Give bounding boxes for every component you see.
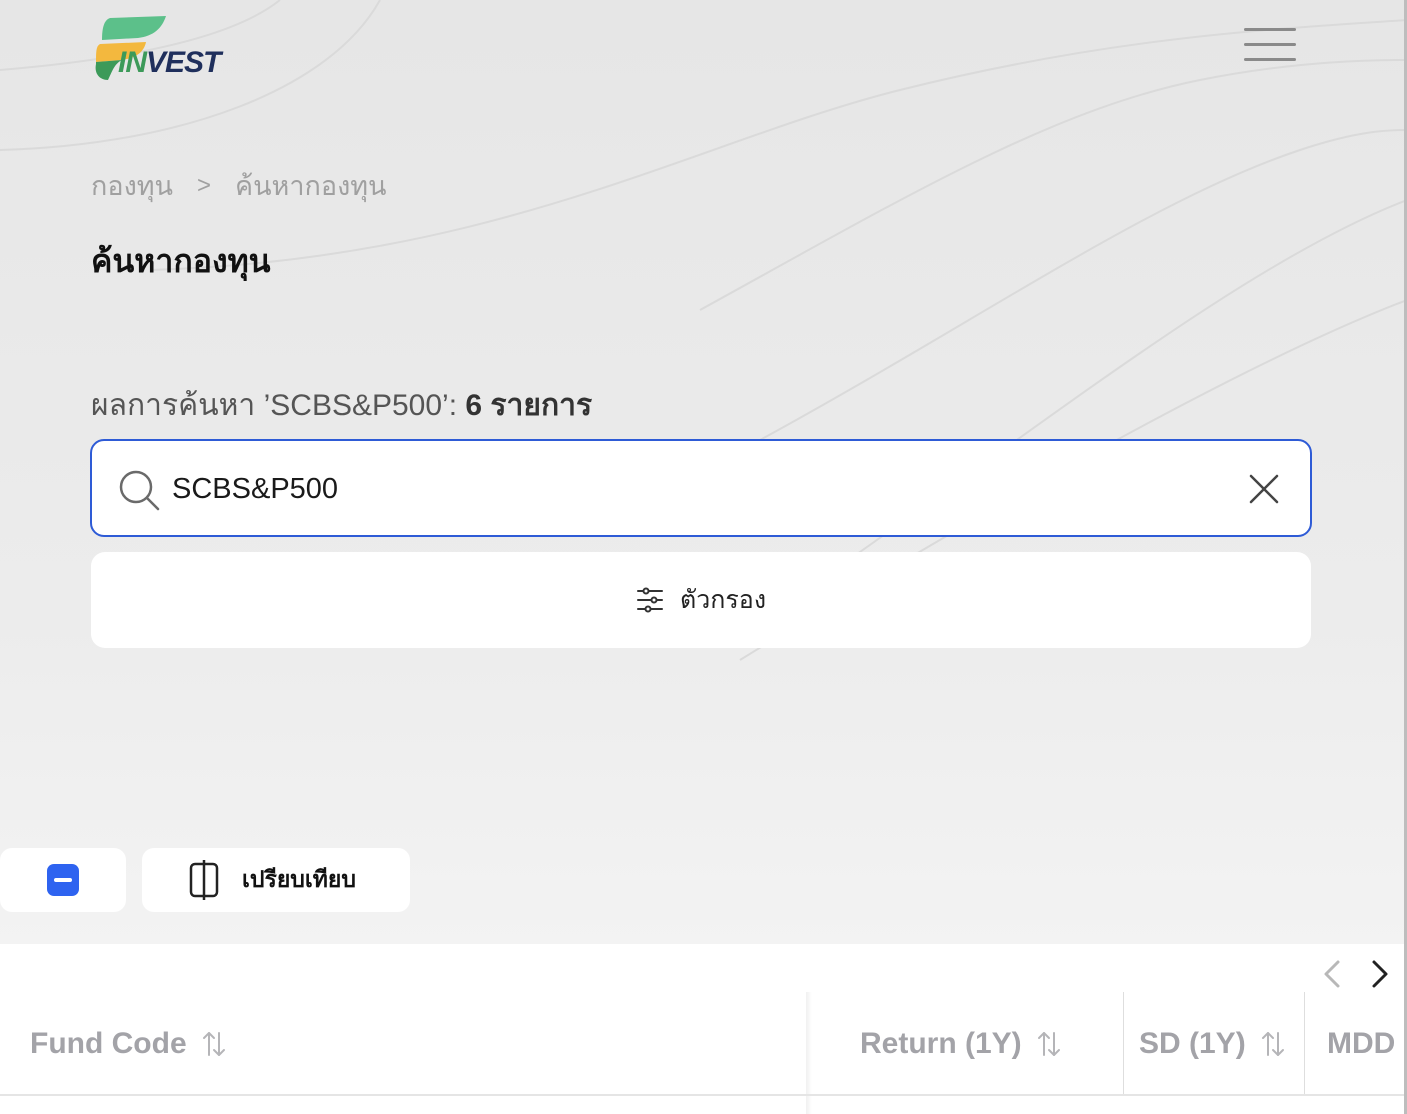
logo-in-text: IN [118,46,147,79]
compare-button[interactable]: เปรียบเทียบ [142,848,410,912]
select-all-toggle[interactable] [0,848,126,912]
column-label: Return (1Y) [860,1027,1022,1060]
menu-icon [1244,28,1296,31]
column-header-sd-1y[interactable]: SD (1Y) [1139,992,1288,1096]
column-label: Fund Code [30,1027,187,1060]
search-box[interactable] [90,439,1312,537]
sort-icon[interactable] [1034,1029,1064,1059]
chevron-right-icon[interactable] [1366,956,1394,992]
table-header-divider [0,1094,1404,1096]
sort-icon[interactable] [1258,1029,1288,1059]
close-icon[interactable] [1248,473,1280,505]
logo-vest-text: VEST [146,46,221,79]
breadcrumb-separator: > [197,171,212,199]
breadcrumb-item-funds[interactable]: กองทุน [91,164,173,207]
page-title: ค้นหากองทุน [91,243,271,279]
column-divider [1304,992,1305,1096]
breadcrumb-item-search[interactable]: ค้นหากองทุน [235,164,386,207]
result-prefix: ผลการค้นหา ’SCBS&P500’: [91,389,466,422]
column-divider [1123,992,1124,1096]
column-label: MDD [1327,1027,1396,1060]
compare-label: เปรียบเทียบ [242,866,356,892]
filter-sliders-icon [636,587,663,613]
filter-button[interactable]: ตัวกรอง [91,552,1311,648]
compare-icon [189,860,219,900]
table-header: Fund Code Return (1Y) SD (1Y) MDD [0,992,1404,1096]
logo-wordmark: INVEST [118,46,221,80]
column-header-mdd[interactable]: MDD [1327,992,1395,1096]
menu-icon-bar [1244,58,1296,61]
search-input[interactable] [172,463,1212,515]
column-header-return-1y[interactable]: Return (1Y) [860,992,1064,1096]
chevron-left-icon[interactable] [1318,956,1346,992]
hamburger-menu-button[interactable] [1244,28,1296,68]
filter-label: ตัวกรอง [679,586,767,614]
column-label: SD (1Y) [1139,1027,1246,1060]
fund-table: Fund Code Return (1Y) SD (1Y) MDD [0,944,1404,1114]
result-count: 6 รายการ [465,389,593,422]
indeterminate-checkbox-icon[interactable] [47,864,79,896]
column-header-fund-code[interactable]: Fund Code [30,992,229,1096]
search-result-summary: ผลการค้นหา ’SCBS&P500’: 6 รายการ [91,382,592,429]
sort-icon[interactable] [199,1029,229,1059]
breadcrumb: กองทุน > ค้นหากองทุน [91,164,387,207]
menu-icon-bar [1244,43,1296,46]
search-icon [119,470,160,511]
